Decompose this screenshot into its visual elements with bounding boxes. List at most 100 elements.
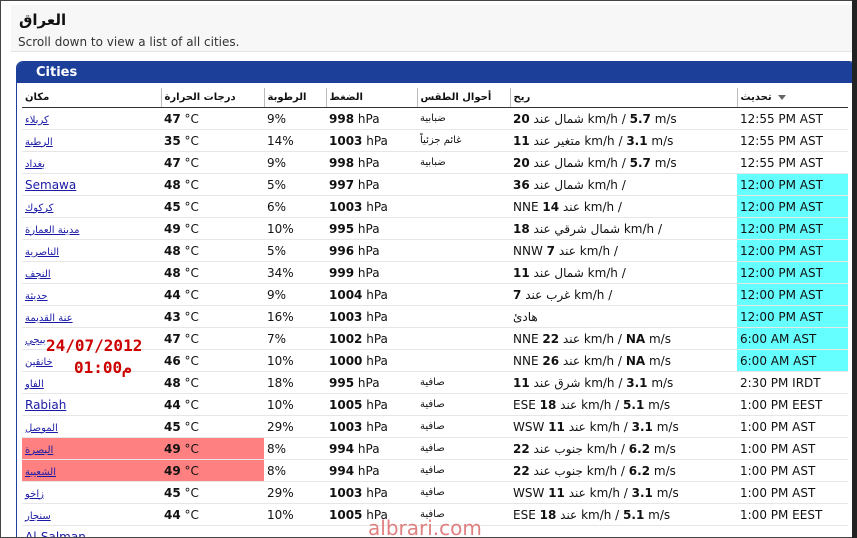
wind-dir-text: شمال شرقي عند	[533, 221, 621, 236]
city-link[interactable]: زاخو	[25, 489, 44, 500]
city-link[interactable]: الفاو	[25, 379, 44, 390]
temp-unit: °C	[184, 375, 199, 390]
temp-value: 45	[164, 199, 181, 214]
cell-humidity: 9%	[264, 107, 326, 130]
column-header-updated[interactable]: تحديث	[736, 88, 848, 108]
cell-pressure: 994 hPa	[326, 437, 417, 460]
wind-dir-code: NNE	[513, 353, 539, 368]
cell-updated: 1:00 PM EEST	[737, 503, 848, 526]
column-header-humidity[interactable]: الرطوبة	[263, 88, 326, 108]
column-header-temp[interactable]: درجات الحرارة	[160, 88, 264, 108]
wind-ms-unit: m/s	[653, 441, 676, 456]
temp-unit: °C	[184, 353, 199, 368]
cell-city: عنة القديمة	[22, 305, 161, 328]
cell-humidity: 34%	[264, 261, 326, 284]
city-link[interactable]: سنجار	[25, 511, 51, 522]
city-link[interactable]: بيجي	[25, 335, 46, 346]
pressure-unit: hPa	[357, 265, 380, 280]
table-row: خانقين 46 °C 10% 1000 hPa NNE 26 عند km/h / …	[22, 349, 848, 372]
pressure-value: 1005	[329, 507, 363, 522]
wind-kmh-unit: km/h /	[581, 397, 620, 412]
pressure-unit: hPa	[366, 397, 388, 412]
wind-ms-unit: m/s	[654, 111, 677, 126]
column-header-conditions[interactable]: أحوال الطقس	[416, 88, 510, 108]
temp-value: 49	[164, 441, 181, 456]
cell-city: كربلاء	[22, 107, 161, 130]
city-link[interactable]: الرطبة	[25, 137, 53, 148]
wind-dir-text: عند	[562, 199, 580, 214]
pressure-unit: hPa	[357, 441, 380, 456]
cell-conditions	[417, 283, 510, 306]
page-title: العراق	[19, 11, 67, 29]
wind-kmh-unit: km/h /	[584, 133, 623, 148]
city-link[interactable]: عنة القديمة	[25, 313, 73, 324]
city-link[interactable]: كركوك	[25, 203, 53, 214]
table-row: كربلاء 47 °C 9% 998 hPa ضبابية 20 شمال عند km…	[22, 107, 848, 130]
city-link[interactable]: النجف	[25, 269, 51, 280]
temp-value: 35	[164, 133, 181, 148]
pressure-value: 1003	[329, 309, 363, 324]
wind-kmh-unit: km/h /	[586, 441, 625, 456]
cell-conditions	[417, 217, 510, 240]
cell-wind: 22 جنوب عند km/h / 6.2 m/s	[510, 437, 737, 460]
cell-updated	[737, 525, 848, 537]
wind-speed: 26	[542, 353, 560, 368]
pressure-value: 995	[329, 375, 355, 390]
cell-updated: 1:00 PM EEST	[737, 393, 848, 416]
pressure-value: 1003	[329, 199, 363, 214]
temp-value: 44	[164, 397, 181, 412]
cell-pressure: 1003 hPa	[326, 195, 417, 218]
city-link[interactable]: Semawa	[25, 178, 76, 192]
cell-wind: WSW 11 عند km/h / 3.1 m/s	[510, 481, 737, 504]
pressure-value: 996	[329, 243, 355, 258]
wind-kmh-unit: km/h /	[581, 507, 620, 522]
wind-ms-unit: m/s	[656, 419, 679, 434]
cell-wind: 22 جنوب عند km/h / 6.2 m/s	[510, 459, 737, 482]
wind-ms-value: 3.1	[631, 419, 653, 434]
column-header-wind[interactable]: ريح	[509, 88, 737, 108]
city-link[interactable]: كربلاء	[25, 115, 49, 126]
cell-humidity: 8%	[264, 459, 326, 482]
wind-ms-value: 3.1	[631, 485, 653, 500]
cell-humidity: 10%	[264, 503, 326, 526]
cell-updated: 12:00 PM AST	[737, 195, 848, 218]
wind-dir-text: شمال عند	[533, 177, 584, 192]
pressure-unit: hPa	[357, 177, 380, 192]
temp-unit: °C	[184, 111, 199, 126]
city-link[interactable]: بغداد	[25, 159, 45, 170]
cell-pressure: 1002 hPa	[326, 327, 417, 350]
wind-dir-code: ESE	[513, 397, 536, 412]
cell-conditions: غائم جزئياً	[417, 129, 510, 152]
temp-value: 48	[164, 375, 181, 390]
cell-pressure: 1004 hPa	[326, 283, 417, 306]
date-stamp: 24/07/2012 م01:00	[46, 335, 142, 379]
cell-pressure: 997 hPa	[326, 173, 417, 196]
pressure-value: 1004	[329, 287, 363, 302]
city-link[interactable]: الموصل	[25, 423, 58, 434]
city-link[interactable]: مدينة العمارة	[25, 225, 80, 236]
cell-wind: 11 شمال عند km/h /	[510, 261, 737, 284]
cell-pressure: 998 hPa	[326, 107, 417, 130]
wind-speed: 18	[539, 507, 557, 522]
wind-ms-unit: m/s	[654, 155, 677, 170]
wind-dir-text: عند	[568, 419, 586, 434]
cell-pressure: 996 hPa	[326, 239, 417, 262]
table-row: مدينة العمارة 49 °C 10% 995 hPa 18 شمال شرقي…	[22, 217, 848, 240]
cell-wind: 11 متغير عند km/h / 3.1 m/s	[510, 129, 737, 152]
city-link[interactable]: Al-Salman	[25, 530, 86, 538]
city-link[interactable]: Rabiah	[25, 398, 66, 412]
column-header-pressure[interactable]: الضغط	[325, 88, 417, 108]
city-link[interactable]: الناصرية	[25, 247, 59, 258]
city-link[interactable]: حديثة	[25, 291, 48, 302]
city-link[interactable]: الشعيبة	[25, 467, 56, 478]
window-frame: العراق Scroll down to view a list of all…	[0, 0, 857, 538]
column-header-city[interactable]: مكان	[22, 88, 161, 108]
temp-unit: °C	[184, 155, 199, 170]
wind-kmh-unit: km/h /	[587, 155, 626, 170]
temp-value: 44	[164, 287, 181, 302]
wind-speed: 36	[513, 177, 530, 192]
cell-city: حديثة	[22, 283, 161, 306]
wind-dir-text: غرب عند	[525, 287, 571, 302]
city-link[interactable]: البصرة	[25, 445, 53, 456]
pressure-unit: hPa	[357, 375, 380, 390]
